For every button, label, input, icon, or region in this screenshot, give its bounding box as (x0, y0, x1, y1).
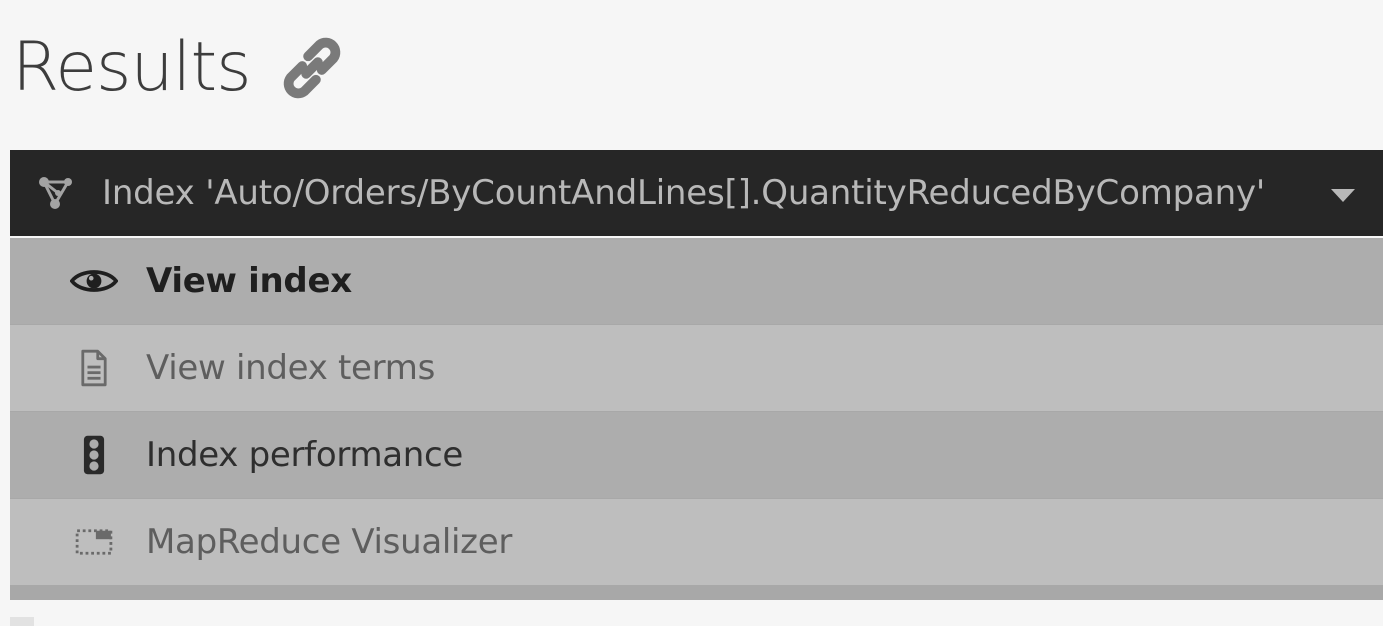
menu-item-view-index[interactable]: View index (10, 238, 1383, 324)
map-reduce-icon (68, 520, 120, 564)
index-dropdown-menu: View index View index terms Index perfor… (10, 238, 1383, 600)
link-icon[interactable] (273, 29, 351, 107)
index-name-label: Index 'Auto/Orders/ByCountAndLines[].Qua… (102, 173, 1266, 213)
menu-bottom-edge (10, 586, 1383, 600)
page-title: Results (12, 28, 252, 107)
menu-item-label: View index terms (146, 348, 435, 388)
menu-item-label: View index (146, 261, 352, 301)
menu-item-label: Index performance (146, 435, 464, 475)
menu-item-label: MapReduce Visualizer (146, 522, 513, 562)
index-dropdown-toggle[interactable]: Index 'Auto/Orders/ByCountAndLines[].Qua… (10, 150, 1383, 236)
document-icon (68, 346, 120, 390)
chevron-down-icon[interactable] (1331, 188, 1355, 202)
page-header: Results (12, 18, 351, 118)
content-edge (10, 617, 34, 626)
eye-icon (68, 259, 120, 303)
menu-item-index-performance[interactable]: Index performance (10, 412, 1383, 498)
menu-item-mapreduce-visualizer[interactable]: MapReduce Visualizer (10, 499, 1383, 585)
traffic-light-icon (68, 433, 120, 477)
menu-item-view-index-terms[interactable]: View index terms (10, 325, 1383, 411)
index-icon (36, 173, 76, 213)
